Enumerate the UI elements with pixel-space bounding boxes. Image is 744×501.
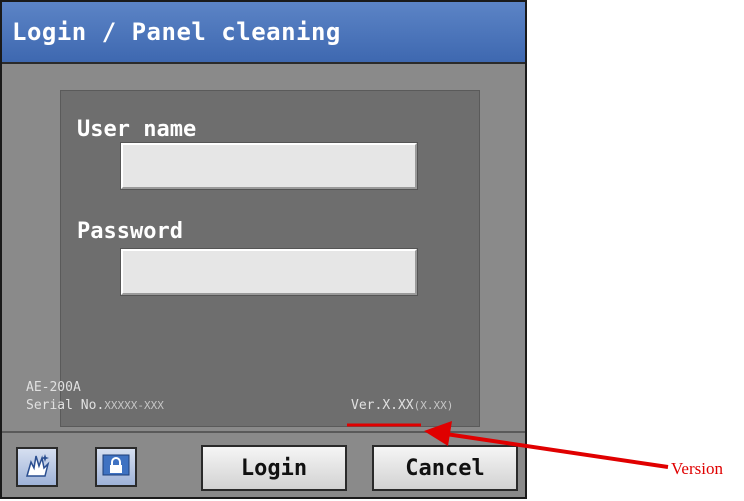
username-label: User name (77, 117, 197, 142)
serial-number: Serial No.XXXXX-XXX (26, 398, 164, 413)
page: Login / Panel cleaning User name Passwor… (0, 0, 744, 501)
page-title: Login / Panel cleaning (12, 18, 341, 46)
version-annotation-label: Version (671, 459, 723, 478)
cleaning-hand-icon (21, 450, 53, 484)
password-field[interactable] (120, 248, 418, 296)
lock-button[interactable] (95, 447, 137, 487)
login-button[interactable]: Login (201, 445, 347, 491)
title-bar: Login / Panel cleaning (2, 2, 525, 64)
version-info: Ver.X.XX(X.XX) (351, 398, 453, 413)
version-sub: (X.XX) (413, 399, 454, 412)
cancel-button[interactable]: Cancel (372, 445, 518, 491)
version-prefix: Ver. (351, 398, 383, 413)
version-value: X.XX (382, 398, 414, 413)
model-name: AE-200A (26, 380, 81, 395)
username-field[interactable] (120, 142, 418, 190)
serial-value: XXXXX-XXX (104, 399, 164, 412)
bottom-toolbar: Login Cancel (2, 431, 525, 497)
password-label: Password (77, 219, 183, 244)
panel-cleaning-button[interactable] (16, 447, 58, 487)
login-form: User name Password (60, 90, 480, 427)
login-panel: Login / Panel cleaning User name Passwor… (0, 0, 527, 499)
serial-prefix: Serial No. (26, 398, 105, 413)
lock-icon (101, 451, 131, 483)
